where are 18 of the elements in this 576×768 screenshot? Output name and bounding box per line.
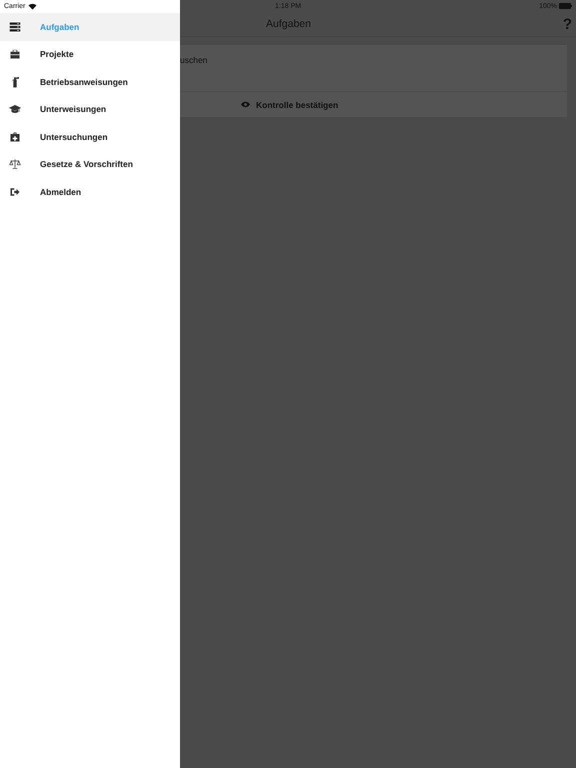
battery-icon	[559, 3, 572, 9]
logout-icon	[9, 186, 21, 198]
menu-item[interactable]: Betriebsanweisungen	[0, 68, 180, 96]
menu-item[interactable]: Unterweisungen	[0, 96, 180, 123]
list-icon	[9, 20, 21, 33]
nav-title: Aufgaben	[266, 18, 311, 30]
medical-kit-icon	[9, 130, 21, 143]
extinguisher-icon	[9, 76, 21, 88]
briefcase-icon	[9, 48, 21, 60]
menu-item[interactable]: Projekte	[0, 40, 180, 68]
task-title: uschen	[180, 55, 208, 65]
eye-icon	[241, 101, 250, 108]
menu-item[interactable]: Abmelden	[0, 178, 180, 206]
menu-item[interactable]: Untersuchungen	[0, 123, 180, 150]
graduation-cap-icon	[9, 103, 21, 116]
wifi-icon	[28, 3, 38, 10]
scales-icon	[9, 158, 21, 170]
menu-item[interactable]: Gesetze & Vorschriften	[0, 150, 180, 178]
